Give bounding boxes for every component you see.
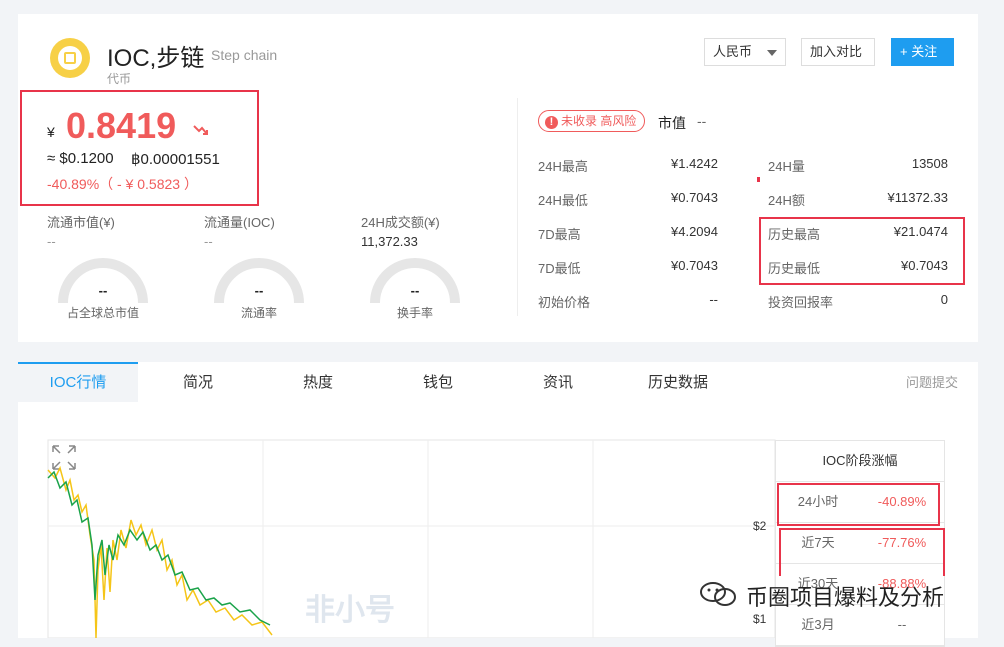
stage-change-title: IOC阶段涨幅: [776, 441, 944, 482]
y-axis-label-low: $1: [753, 612, 767, 626]
watermark: 非小号: [305, 594, 395, 627]
stage-24h-highlight-box: [777, 483, 940, 526]
stage-period-highlight-box: [779, 528, 945, 576]
y-axis-label-high: $2: [753, 519, 767, 533]
wechat-icon: [700, 582, 736, 606]
wechat-caption: 币圈项目爆料及分析: [746, 585, 945, 610]
